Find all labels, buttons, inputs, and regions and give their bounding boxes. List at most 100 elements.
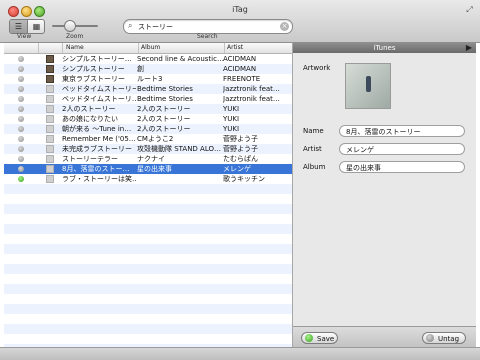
status-dot-icon: [18, 106, 24, 112]
artwork-thumbnail: [46, 135, 54, 143]
album-label: Album: [303, 163, 326, 171]
cell-name: ベッドタイムストーリー: [62, 85, 136, 93]
cell-album: ルート3: [137, 75, 163, 83]
artwork-thumbnail: [46, 75, 54, 83]
column-header-album[interactable]: Album: [141, 44, 160, 51]
status-dot-icon: [18, 66, 24, 72]
grid-view-icon[interactable]: ▦: [27, 20, 44, 33]
artwork-thumbnail: [46, 115, 54, 123]
name-label: Name: [303, 127, 324, 135]
cell-album: 攻殻機動隊 STAND ALO…: [137, 145, 221, 153]
cell-name: 朝が来る 〜Tune in…: [62, 125, 132, 133]
search-icon: ⌕: [128, 21, 133, 30]
empty-row: [4, 184, 292, 194]
cell-artist: YUKI: [223, 115, 240, 123]
status-dot-icon: [18, 56, 24, 62]
view-segmented-control[interactable]: ☰ ▦: [9, 19, 45, 34]
cell-name: ラブ・ストーリーは笑…: [62, 175, 136, 183]
save-button[interactable]: Save: [301, 332, 338, 344]
name-field[interactable]: 8月、落雷のストーリー: [339, 125, 465, 137]
list-view-icon[interactable]: ☰: [10, 20, 27, 33]
cell-name: 東京ラブストーリー: [62, 75, 125, 83]
artwork-thumbnail: [46, 165, 54, 173]
artist-label: Artist: [303, 145, 322, 153]
cell-name: 8月、落雷のストー…: [62, 165, 130, 173]
table-row[interactable]: 2人のストーリー 2人のストーリー YUKI: [4, 104, 292, 114]
cell-name: あの娘になりたい: [62, 115, 118, 123]
cell-artist: 歌うキッチン: [223, 175, 265, 183]
play-arrow-icon[interactable]: ▶: [466, 43, 472, 53]
clear-search-icon[interactable]: ×: [280, 22, 289, 31]
inspector-title: iTunes: [373, 44, 396, 52]
cell-artist: YUKI: [223, 105, 240, 113]
artwork-thumbnail: [46, 145, 54, 153]
table-row[interactable]: シンプルストーリー 創 ACIDMAN: [4, 64, 292, 74]
status-dot-icon: [18, 96, 24, 102]
fullscreen-icon[interactable]: ⤢: [465, 5, 474, 14]
cell-artist: メレンゲ: [223, 165, 251, 173]
table-row[interactable]: ベッドタイムストーリ… Bedtime Stories Jazztronik fea…: [4, 94, 292, 104]
artwork-thumbnail: [46, 175, 54, 183]
empty-row: [4, 314, 292, 324]
empty-row: [4, 274, 292, 284]
cell-album: 2人のストーリー: [137, 105, 191, 113]
empty-row: [4, 304, 292, 314]
untag-button[interactable]: Untag: [422, 332, 466, 344]
inspector-header: iTunes ▶: [293, 43, 476, 53]
table-row[interactable]: 東京ラブストーリー ルート3 FREENOTE: [4, 74, 292, 84]
empty-row: [4, 194, 292, 204]
cell-artist: Jazztronik feat…: [223, 95, 280, 103]
table-row[interactable]: ストーリーテラー ナクナイ たむらぱん: [4, 154, 292, 164]
cell-album: ナクナイ: [137, 155, 165, 163]
search-label: Search: [197, 33, 218, 40]
empty-row: [4, 334, 292, 344]
inspector-footer: Save Untag: [293, 326, 476, 347]
column-header-name[interactable]: Name: [66, 44, 84, 51]
table-row[interactable]: ベッドタイムストーリー Bedtime Stories Jazztronik fea…: [4, 84, 292, 94]
status-dot-icon: [18, 166, 24, 172]
cell-name: Remember Me ('05…: [62, 135, 136, 143]
empty-row: [4, 324, 292, 334]
status-dot-icon: [18, 86, 24, 92]
artist-field[interactable]: メレンゲ: [339, 143, 465, 155]
status-dot-icon: [18, 116, 24, 122]
window-title: iTag: [232, 5, 248, 14]
column-header-artist[interactable]: Artist: [227, 44, 243, 51]
cell-album: Second line & Acoustic…: [137, 55, 223, 63]
cell-artist: 菅野よう子: [223, 135, 258, 143]
zoom-slider-knob[interactable]: [64, 20, 76, 32]
table-header: Name Album Artist: [4, 43, 292, 54]
empty-row: [4, 244, 292, 254]
cell-name: シンプルストーリー: [62, 65, 125, 73]
cell-name: ストーリーテラー: [62, 155, 118, 163]
track-table: Name Album Artist シンプルストーリー… Second line …: [4, 43, 293, 347]
status-dot-icon: [18, 146, 24, 152]
table-row[interactable]: Remember Me ('05… CMようこ2 菅野よう子: [4, 134, 292, 144]
inspector-panel: iTunes ▶ Artwork Name 8月、落雷のストーリー Artist…: [293, 43, 476, 347]
cell-name: シンプルストーリー…: [62, 55, 132, 63]
table-row[interactable]: 朝が来る 〜Tune in… 2人のストーリー YUKI: [4, 124, 292, 134]
artwork-label: Artwork: [303, 64, 331, 72]
cell-album: 創: [137, 65, 144, 73]
search-value[interactable]: ストーリー: [138, 22, 173, 32]
empty-row: [4, 254, 292, 264]
table-row[interactable]: 未完成ラブストーリー 攻殻機動隊 STAND ALO… 菅野よう子: [4, 144, 292, 154]
cell-artist: ACIDMAN: [223, 55, 257, 63]
view-label: View: [17, 33, 32, 40]
empty-row: [4, 224, 292, 234]
search-field[interactable]: ⌕ ストーリー ×: [123, 19, 293, 34]
artwork-thumbnail: [46, 85, 54, 93]
table-row[interactable]: あの娘になりたい 2人のストーリー YUKI: [4, 114, 292, 124]
artwork-image[interactable]: [345, 63, 391, 109]
cell-artist: ACIDMAN: [223, 65, 257, 73]
table-row[interactable]: ラブ・ストーリーは笑… 歌うキッチン: [4, 174, 292, 184]
status-bar: [0, 347, 480, 360]
cell-album: Bedtime Stories: [137, 95, 193, 103]
artwork-thumbnail: [46, 105, 54, 113]
status-dot-icon: [18, 176, 24, 182]
album-field[interactable]: 星の出来事: [339, 161, 465, 173]
table-row[interactable]: シンプルストーリー… Second line & Acoustic… ACIDMAN: [4, 54, 292, 64]
cell-artist: Jazztronik feat…: [223, 85, 280, 93]
table-row[interactable]: 8月、落雷のストー… 星の出来事 メレンゲ: [4, 164, 292, 174]
artwork-thumbnail: [46, 155, 54, 163]
